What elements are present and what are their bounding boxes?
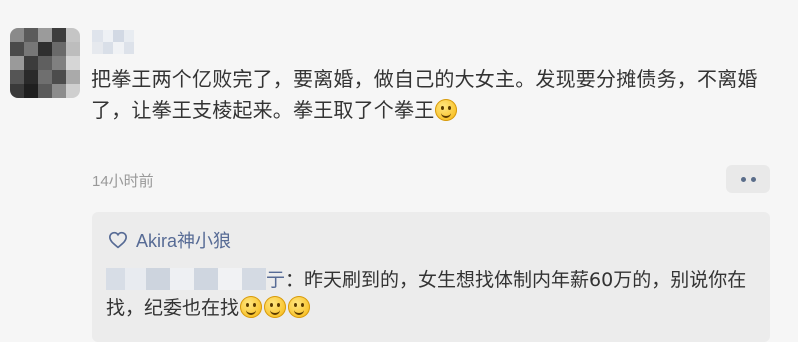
post-text-body: 把拳王两个亿败完了，要离婚，做自己的大女主。发现要分摊债务，不离婚了，让拳王支棱… [91,67,758,122]
more-dots-icon [750,176,756,182]
like-name[interactable]: Akira神小狼 [136,227,231,253]
heart-outline-icon [108,231,128,249]
post-text: 把拳王两个亿败完了，要离婚，做自己的大女主。发现要分摊债务，不离婚了，让拳王支棱… [91,64,781,126]
comment-box: Akira神小狼 亍：昨天刷到的，女生想找体制内年薪60万的，别说你在找，纪委也… [92,212,770,342]
more-dots-icon [740,176,746,182]
avatar[interactable] [10,28,80,98]
commenter-name-mosaic[interactable] [106,268,266,290]
like-row: Akira神小狼 [108,227,231,253]
smiley-icon [435,99,458,121]
smiley-icon [288,296,311,318]
commenter-name-suffix[interactable]: 亍 [266,269,285,291]
post-time: 14小时前 [92,173,154,190]
username-mosaic[interactable] [92,30,134,54]
smiley-icon [264,296,287,318]
smiley-icon [240,296,263,318]
more-button[interactable] [726,165,770,193]
comment-reply: 亍：昨天刷到的，女生想找体制内年薪60万的，别说你在找，纪委也在找 [106,266,756,322]
